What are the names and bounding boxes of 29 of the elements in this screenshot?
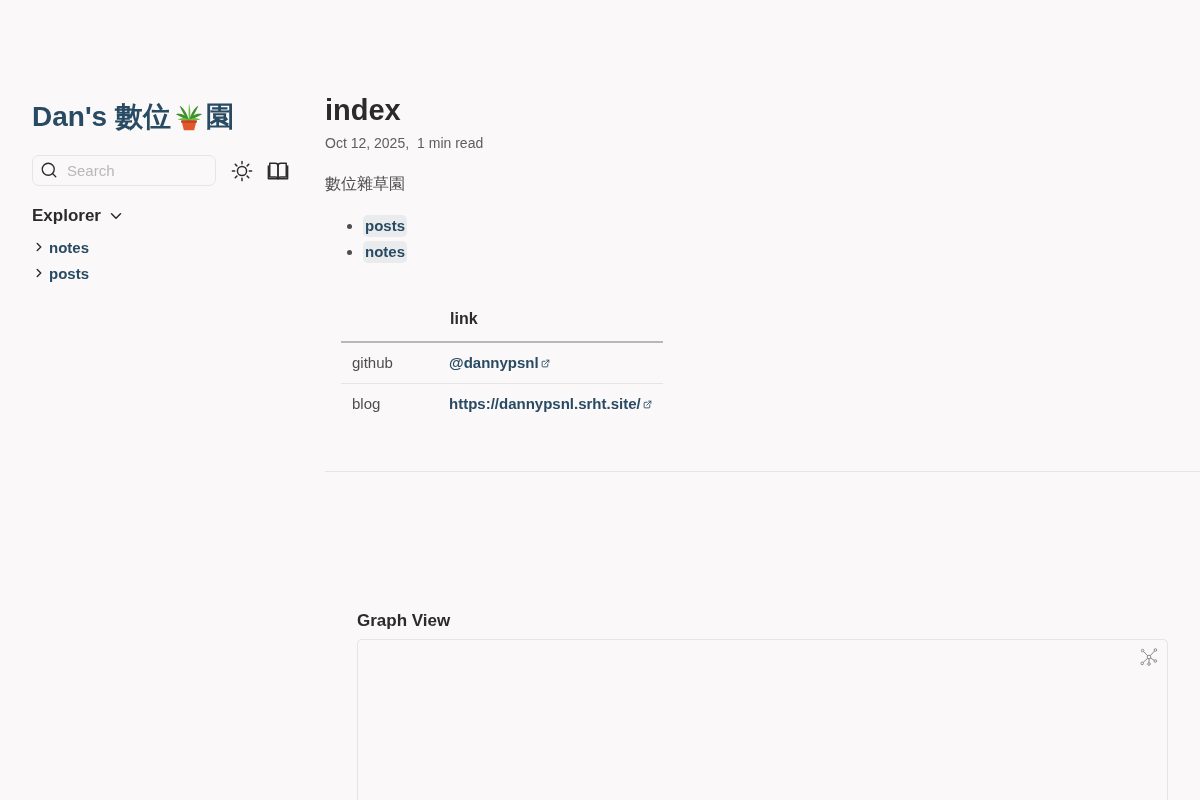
- graph-view-title: Graph View: [357, 610, 451, 632]
- open-book-icon: [267, 159, 289, 182]
- table-cell: github: [352, 354, 393, 371]
- site-title-text[interactable]: Dan's 數位: [32, 99, 171, 135]
- folder-item[interactable]: notes: [32, 234, 89, 260]
- reading-time-text: 1 min read: [417, 134, 484, 153]
- reader-mode-button[interactable]: [267, 159, 289, 182]
- internal-link[interactable]: notes: [363, 241, 407, 263]
- network-graph-icon: [1140, 648, 1158, 666]
- external-link[interactable]: @dannypsnl: [449, 351, 550, 375]
- column-heading: link: [438, 298, 663, 342]
- article-title: index: [325, 93, 401, 128]
- internal-link[interactable]: posts: [363, 215, 407, 237]
- external-link[interactable]: https://dannypsnl.srht.site/: [449, 392, 652, 416]
- sun-icon: [231, 159, 253, 182]
- external-link-icon: [540, 358, 550, 368]
- date-text: Oct 12, 2025,: [325, 134, 410, 153]
- folder-item[interactable]: posts: [32, 260, 89, 286]
- bullet-icon: [347, 223, 352, 229]
- paragraph: 數位雜草園: [325, 174, 405, 194]
- explorer-toggle[interactable]: Explorer: [32, 204, 125, 228]
- global-graph-button[interactable]: [1140, 648, 1158, 666]
- theme-toggle-button[interactable]: [231, 159, 253, 182]
- search-field[interactable]: Search: [32, 155, 216, 186]
- search-icon: [40, 161, 58, 179]
- bullet-icon: [347, 249, 352, 255]
- table-cell: blog: [352, 395, 381, 412]
- site-title-text[interactable]: 園: [205, 99, 234, 135]
- external-link-icon: [642, 399, 652, 409]
